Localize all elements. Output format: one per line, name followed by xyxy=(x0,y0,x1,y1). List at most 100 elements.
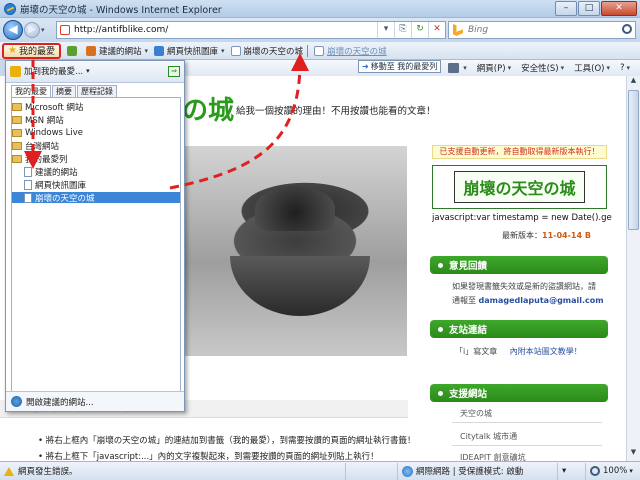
zoom-level: 100% xyxy=(603,466,628,476)
friend-tutorial-link[interactable]: 內附本站圖文教學！ xyxy=(510,347,582,356)
bookmarklet-box: 崩壞の天空の城 xyxy=(432,165,607,209)
zoom-icon xyxy=(590,466,600,476)
add-to-favorites-label: 加到我的最愛... xyxy=(24,67,84,77)
safety-menu[interactable]: 安全性(S) ▾ xyxy=(521,62,564,74)
chevron-down-icon: ▾ xyxy=(221,46,225,55)
window-title: 崩壞の天空の城 - Windows Internet Explorer xyxy=(20,4,222,16)
scroll-down-icon[interactable]: ▼ xyxy=(628,448,639,460)
version-info: 最新版本：11-04-14 B xyxy=(502,230,591,241)
vertical-scrollbar[interactable]: ▲ ▼ xyxy=(626,76,640,461)
chevron-down-icon: ▾ xyxy=(507,64,512,72)
minimize-button[interactable]: – xyxy=(555,1,577,16)
favorites-item-castle-selected[interactable]: 崩壞の天空の城 xyxy=(12,192,180,204)
section-title: 友站連結 xyxy=(449,325,488,336)
site-favicon-icon xyxy=(60,25,70,35)
suggested-sites-icon xyxy=(85,45,96,56)
status-zone[interactable]: 網際網路 | 受保護模式: 啟動 xyxy=(398,462,558,480)
add-favorite-icon xyxy=(10,65,21,77)
section-title: 意見回饋 xyxy=(449,261,488,272)
favorites-folder-windows-live[interactable]: Windows Live xyxy=(12,127,180,138)
add-to-favbar-button[interactable] xyxy=(66,45,80,56)
folder-icon xyxy=(12,115,22,124)
tab-history[interactable]: 歷程記錄 xyxy=(77,85,117,97)
favorites-item-suggested[interactable]: 建議的網站 xyxy=(12,166,180,178)
open-suggested-sites-label: 開啟建議的網站... xyxy=(26,397,94,408)
add-favorite-icon xyxy=(66,45,77,56)
tab-favorites[interactable]: 我的最愛 xyxy=(11,85,51,97)
status-error[interactable]: 網頁發生錯誤。 xyxy=(0,462,346,480)
favorites-folder-microsoft[interactable]: Microsoft 網站 xyxy=(12,101,180,113)
pin-favorites-center-icon[interactable]: ⇒ xyxy=(168,66,180,77)
url-text[interactable]: http://antifblike.com/ xyxy=(74,25,377,35)
search-input[interactable] xyxy=(468,25,618,35)
favorites-bar: ★ 我的最愛 建議的網站 ▾ 網頁快訊圖庫 ▾ 崩壞の天空の城 崩壞の天空の城 xyxy=(0,42,640,60)
add-to-favorites-button[interactable]: 加到我的最愛... ▾ xyxy=(10,65,90,77)
feedback-email-link[interactable]: damagedlaputa@gmail.com xyxy=(479,296,604,305)
favorites-folder-msn[interactable]: MSN 網站 xyxy=(12,114,180,126)
page-icon xyxy=(24,179,32,190)
favorites-folder-taiwan[interactable]: 台灣網站 xyxy=(12,140,180,152)
feedback-text-2-label: 通報至 xyxy=(452,296,476,305)
favbar-item-suggested[interactable]: 建議的網站 ▾ xyxy=(85,45,149,57)
method-text: 將右上框下「javascript:...」內的文字複製起來，到需要按讚的頁面的網… xyxy=(45,452,379,461)
friend-site-text[interactable]: 「i」寫文章 xyxy=(455,347,497,356)
url-dropdown-button[interactable]: ▾ xyxy=(377,22,394,38)
ie-logo-icon xyxy=(4,2,16,15)
favbar-item-castle[interactable]: 崩壞の天空の城 xyxy=(230,45,304,57)
favorites-folder-favbar[interactable]: 我的最愛列 xyxy=(12,153,180,165)
help-menu[interactable]: ? ▾ xyxy=(620,63,630,73)
window-controls: – □ ✕ xyxy=(554,1,637,16)
open-suggested-sites-link[interactable]: 開啟建議的網站... xyxy=(6,391,184,411)
support-item[interactable]: IDEAPIT 創意礦坑 xyxy=(460,452,526,461)
history-dropdown-icon[interactable]: ▾ xyxy=(41,26,45,34)
favorites-item-gallery[interactable]: 網頁快訊圖庫 xyxy=(12,179,180,191)
search-icon[interactable] xyxy=(622,24,632,34)
zoom-control[interactable]: 100% ▾ xyxy=(586,463,640,480)
url-field[interactable]: http://antifblike.com/ ▾ ⎘ ↻ ✕ xyxy=(56,21,446,39)
chevron-down-icon: ▾ xyxy=(86,67,90,75)
page-title: の城 xyxy=(182,96,235,126)
scroll-up-icon[interactable]: ▲ xyxy=(628,76,639,88)
print-button[interactable]: ▾ xyxy=(448,63,467,73)
help-menu-label: ? xyxy=(619,63,625,73)
status-protected-cell[interactable]: ▾ xyxy=(558,462,586,480)
stop-button[interactable]: ✕ xyxy=(428,22,445,38)
section-support: 支援網站 xyxy=(430,384,608,402)
section-feedback: 意見回饋 xyxy=(430,256,608,274)
favorites-button[interactable]: ★ 我的最愛 xyxy=(2,42,61,59)
tools-menu[interactable]: 工具(O) ▾ xyxy=(574,62,610,74)
javascript-code-text[interactable]: javascript:var timestamp = new Date().ge… xyxy=(432,213,612,223)
bullet-icon xyxy=(438,390,443,396)
refresh-button[interactable]: ↻ xyxy=(411,22,428,38)
ie-logo-icon xyxy=(11,396,22,407)
compatibility-view-button[interactable]: ⎘ xyxy=(394,22,411,38)
bookmarklet-link[interactable]: 崩壞の天空の城 xyxy=(454,171,585,203)
maximize-button[interactable]: □ xyxy=(578,1,600,16)
page-icon xyxy=(24,166,32,177)
list-item-label: 崩壞の天空の城 xyxy=(35,193,95,204)
favbar-item-label: 網頁快訊圖庫 xyxy=(167,46,219,57)
favbar-item-castle-dragging[interactable]: 崩壞の天空の城 xyxy=(314,45,387,57)
chevron-down-icon: ▾ xyxy=(144,46,149,55)
close-button[interactable]: ✕ xyxy=(601,1,637,16)
tab-feeds[interactable]: 摘要 xyxy=(52,85,76,97)
favbar-item-gallery[interactable]: 網頁快訊圖庫 ▾ xyxy=(154,45,225,57)
chevron-down-icon: ▾ xyxy=(560,64,565,72)
forward-button[interactable]: ▶ xyxy=(24,22,40,38)
favorites-list: Microsoft 網站 MSN 網站 Windows Live 台灣網站 我的… xyxy=(11,97,181,393)
tools-menu-label: 工具(O) xyxy=(574,64,605,74)
method-text: 將右上框內「崩壞の天空の城」的連結加到書籤（我的最愛），到需要按讚的頁面的網址執… xyxy=(45,436,416,446)
page-icon xyxy=(230,45,241,56)
support-item[interactable]: Citytalk 城市通 xyxy=(460,431,517,442)
list-item-label: 我的最愛列 xyxy=(25,154,68,165)
address-bar: ◀ ▶ ▾ http://antifblike.com/ ▾ ⎘ ↻ ✕ xyxy=(0,18,640,42)
favorites-label: 我的最愛 xyxy=(18,47,55,57)
scrollbar-thumb[interactable] xyxy=(628,90,639,230)
page-menu[interactable]: 網頁(P) ▾ xyxy=(477,62,511,74)
search-box[interactable] xyxy=(448,21,636,39)
list-item-label: Windows Live xyxy=(25,127,84,138)
support-item[interactable]: 天空の城 xyxy=(460,408,492,419)
favbar-item-label: 崩壞の天空の城 xyxy=(243,46,304,57)
back-button[interactable]: ◀ xyxy=(3,20,23,40)
version-label: 最新版本： xyxy=(502,231,542,240)
